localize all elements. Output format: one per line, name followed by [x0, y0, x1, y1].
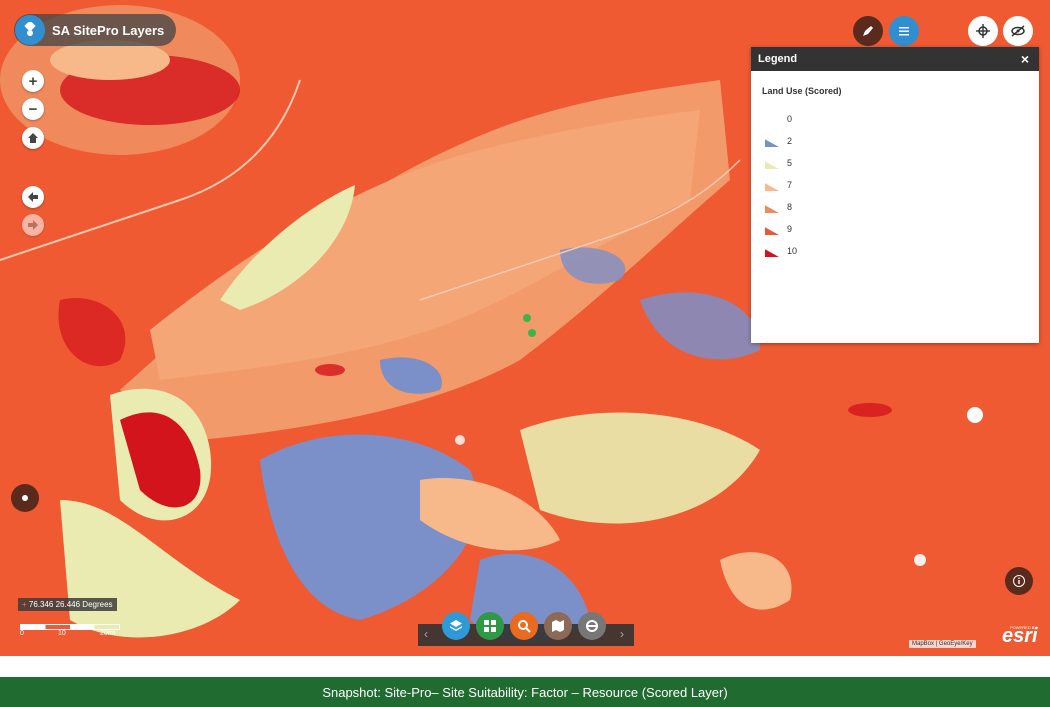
draw-icon: [863, 26, 873, 36]
legend-swatch: [765, 183, 779, 191]
esri-logo: esri: [1002, 625, 1038, 647]
grid-icon: [484, 620, 496, 632]
legend-swatch: [765, 139, 779, 147]
layers-icon: [450, 620, 462, 631]
legend-swatch: [765, 227, 779, 235]
visibility-toggle-button[interactable]: [1003, 16, 1033, 46]
legend-item: 8: [765, 196, 1039, 218]
crosshair-icon: +: [22, 600, 27, 609]
legend-item-label: 7: [787, 180, 793, 190]
legend-item-label: 8: [787, 202, 793, 212]
toolbar-prev-button[interactable]: ‹: [424, 627, 428, 641]
legend-layer-title: Land Use (Scored): [762, 86, 842, 96]
app-logo-icon: [15, 15, 45, 45]
basemap-gallery-tool-button[interactable]: [476, 612, 504, 640]
legend-item: 9: [765, 218, 1039, 240]
coordinate-text: 76.346 26.446 Degrees: [28, 600, 113, 609]
legend-item: 7: [765, 174, 1039, 196]
app-title: SA SitePro Layers: [52, 22, 165, 38]
draw-tool-button[interactable]: [853, 16, 883, 46]
measure-tool-button[interactable]: [578, 612, 606, 640]
fullscreen-button[interactable]: [968, 16, 998, 46]
caption-text: Snapshot: Site-Pro– Site Suitability: Fa…: [322, 684, 728, 700]
legend-swatch: [765, 249, 779, 257]
toolbar-next-button[interactable]: ›: [620, 627, 624, 641]
previous-extent-button[interactable]: [22, 186, 44, 208]
scale-label: 10: [58, 630, 66, 637]
layers-tool-button[interactable]: [442, 612, 470, 640]
legend-close-button[interactable]: ×: [1021, 51, 1029, 67]
info-icon: [1013, 575, 1025, 587]
legend-item-label: 10: [787, 246, 798, 256]
legend-swatch: [765, 161, 779, 169]
about-button[interactable]: [1005, 567, 1033, 595]
map-marker[interactable]: [528, 329, 536, 337]
legend-swatch: [765, 205, 779, 213]
legend-panel: Legend × Land Use (Scored) 0 2 5 7 8 9 10: [751, 47, 1039, 343]
legend-toggle-button[interactable]: [889, 16, 919, 46]
print-tool-button[interactable]: [544, 612, 572, 640]
legend-item: 10: [765, 240, 1039, 262]
coordinate-readout: + 76.346 26.446 Degrees: [18, 598, 117, 611]
measure-icon: [586, 620, 598, 632]
eye-off-icon: [1011, 25, 1025, 37]
scale-bar: 0 10 20mi: [20, 621, 124, 637]
legend-item-label: 2: [787, 136, 793, 146]
plus-icon: +: [28, 72, 38, 90]
legend-item: 0: [765, 108, 1039, 130]
locate-icon: [22, 495, 28, 501]
home-button[interactable]: [22, 127, 44, 149]
scale-label: 20mi: [100, 630, 116, 637]
legend-item-label: 9: [787, 224, 793, 234]
app-title-badge[interactable]: SA SitePro Layers: [14, 14, 177, 46]
map-attribution: MapBox | GeoEye/Key: [909, 640, 976, 648]
map-view[interactable]: SA SitePro Layers + − Legend × Land Use …: [0, 0, 1050, 656]
search-tool-button[interactable]: [510, 612, 538, 640]
zoom-in-button[interactable]: +: [22, 70, 44, 92]
map-marker[interactable]: [523, 314, 531, 322]
legend-header: Legend ×: [751, 47, 1039, 71]
arrow-left-icon: [28, 192, 38, 202]
list-icon: [899, 27, 909, 36]
legend-swatch: [765, 113, 779, 125]
legend-header-title: Legend: [758, 53, 798, 65]
caption-bar: Snapshot: Site-Pro– Site Suitability: Fa…: [0, 677, 1050, 707]
next-extent-button[interactable]: [22, 214, 44, 236]
locate-button[interactable]: [11, 484, 39, 512]
legend-item: 5: [765, 152, 1039, 174]
legend-list: 0 2 5 7 8 9 10: [765, 108, 1039, 262]
arrow-right-icon: [28, 220, 38, 230]
crosshair-icon: [976, 24, 990, 38]
legend-item-label: 0: [787, 114, 793, 124]
minus-icon: −: [28, 100, 38, 118]
zoom-out-button[interactable]: −: [22, 98, 44, 120]
home-icon: [28, 133, 38, 143]
widget-toolbar: ‹ ›: [418, 612, 634, 646]
search-icon: [518, 620, 531, 633]
legend-item: 2: [765, 130, 1039, 152]
legend-item-label: 5: [787, 158, 793, 168]
scale-label: 0: [20, 630, 24, 637]
map-icon: [552, 620, 564, 632]
